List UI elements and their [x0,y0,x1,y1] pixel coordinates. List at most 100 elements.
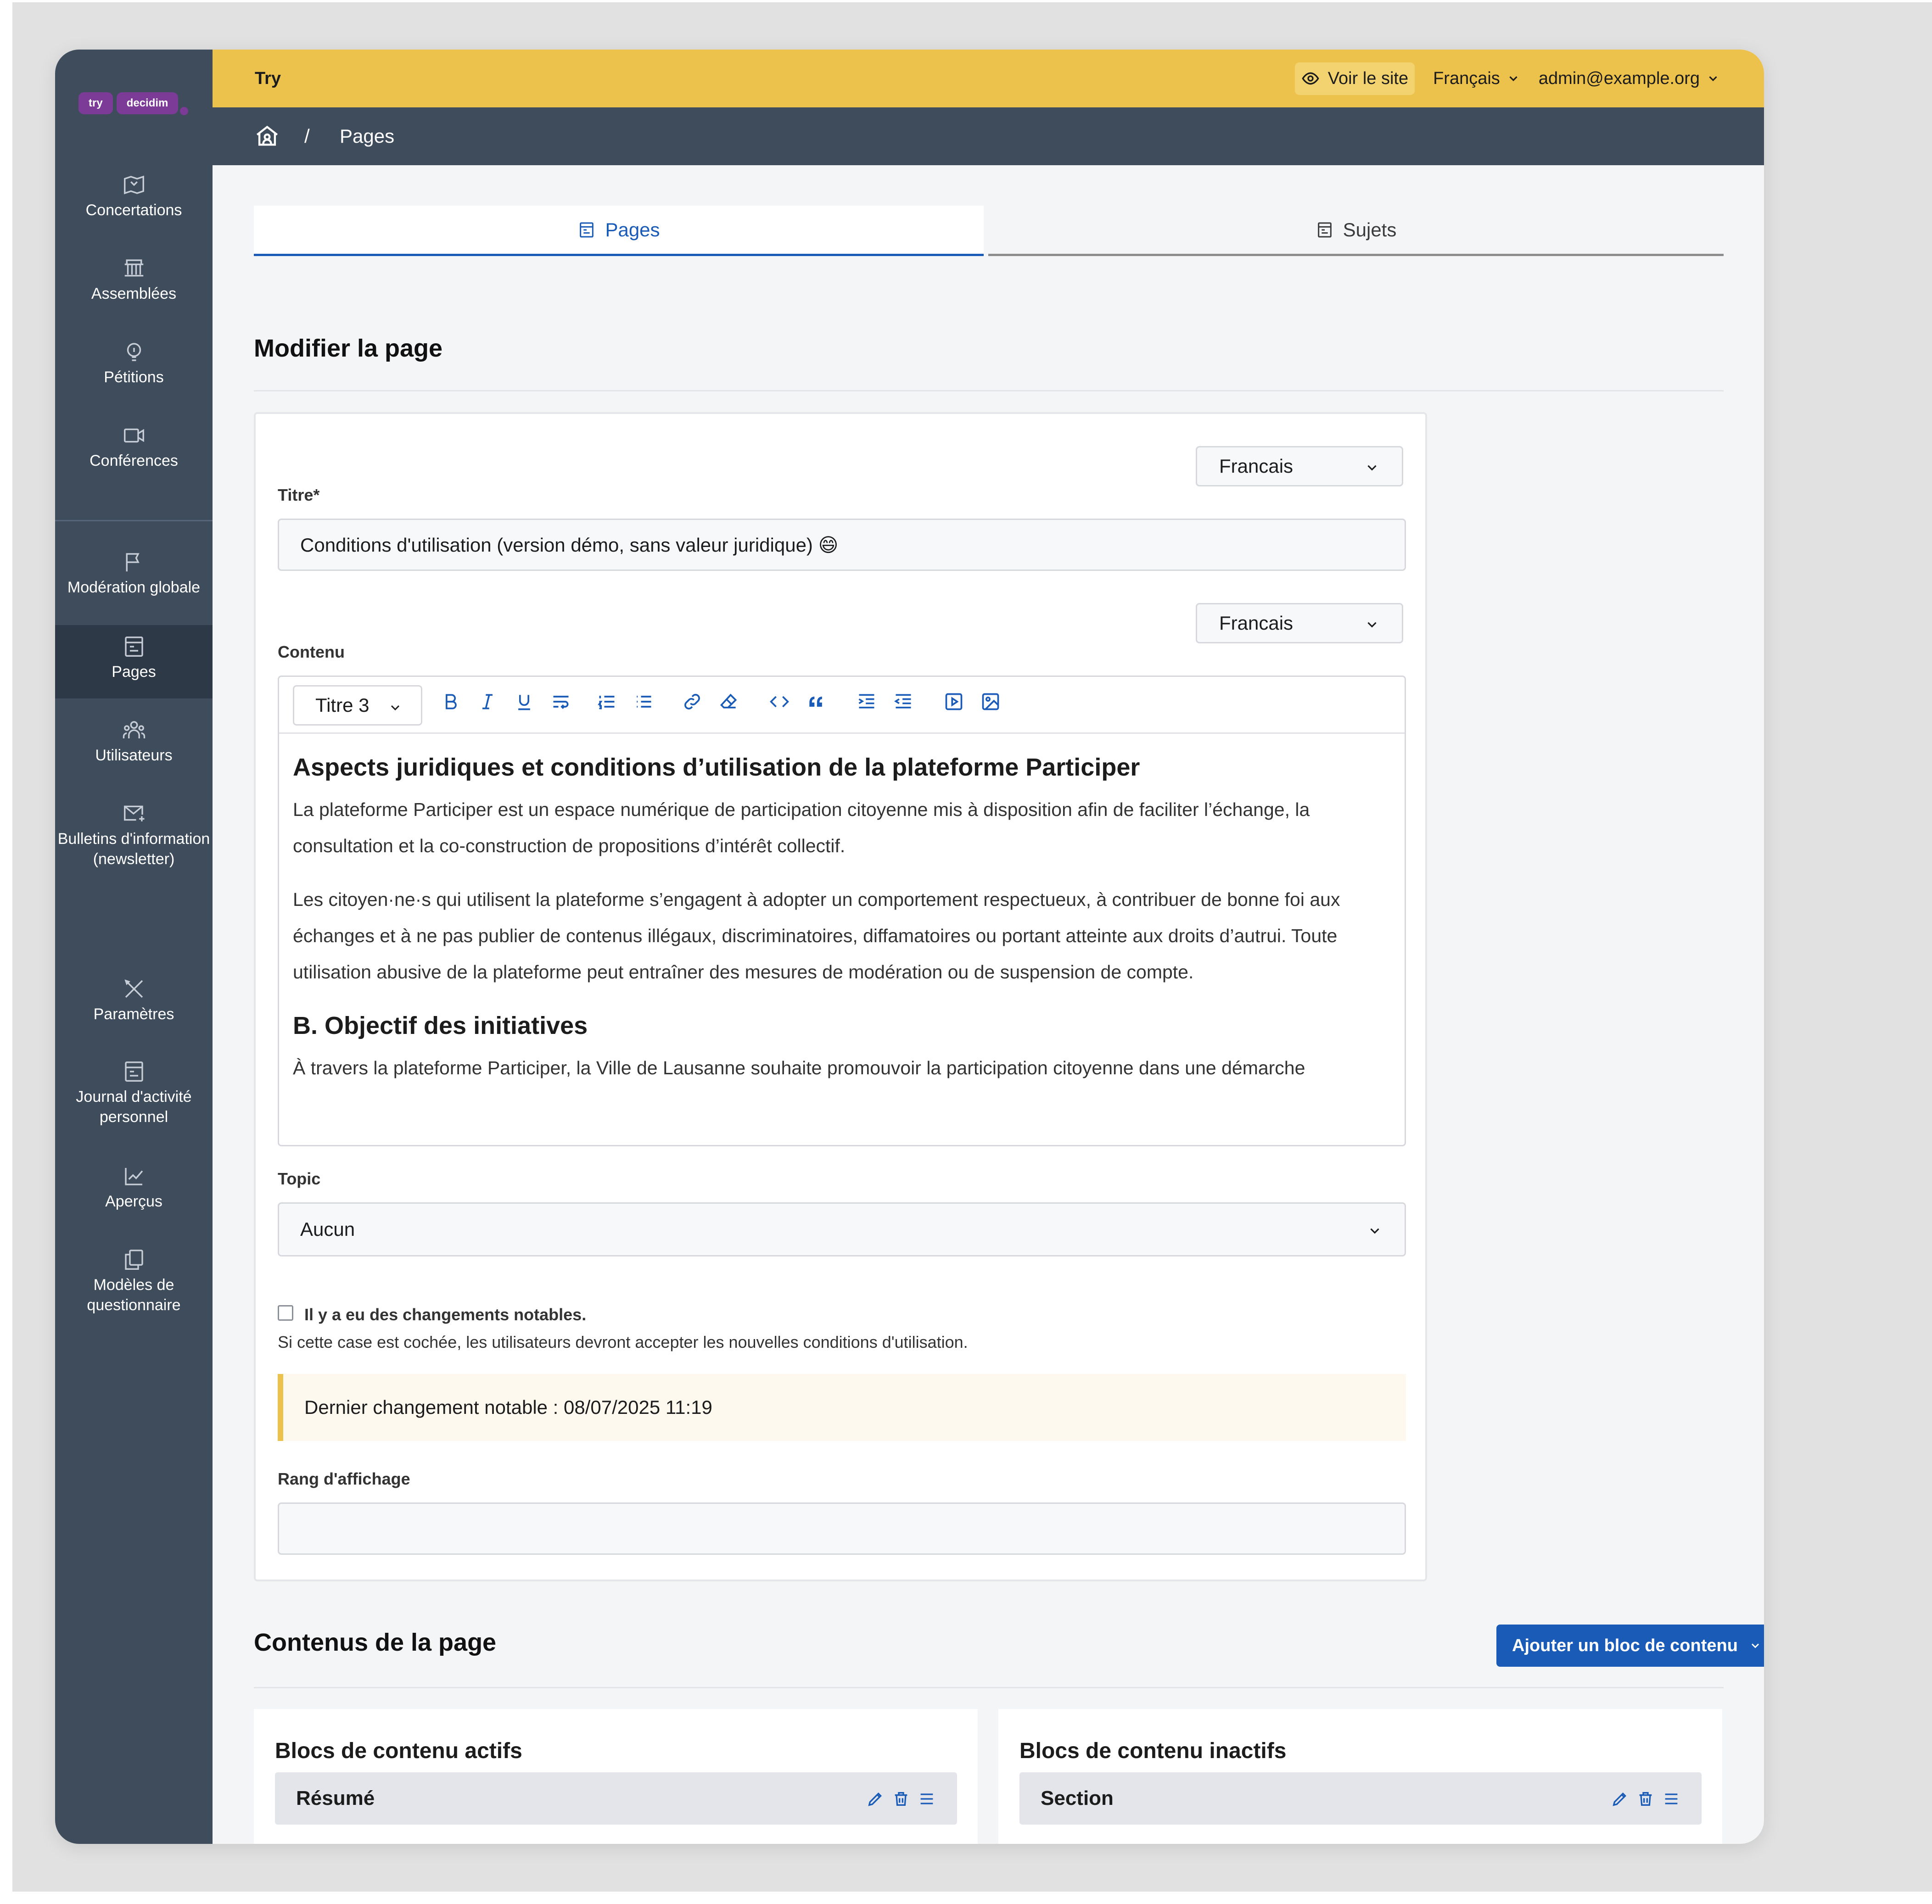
users-icon [123,721,145,738]
sidebar-item-label: Concertations [85,201,182,219]
quote-icon [809,697,822,707]
page-title: Modifier la page [254,335,443,362]
topbar-actions: Voir le site Français admin@example.org [1294,62,1720,95]
heading-level-value: Titre 3 [315,694,370,716]
admin-window: try decidim Concertations Assemblées Pét… [55,50,1764,1844]
sidebar-item-label: Pages [112,663,156,681]
content-label: Contenu [278,642,345,661]
hard-break-button[interactable] [547,688,575,715]
outdent-button[interactable] [890,688,917,715]
trash-icon[interactable] [892,1790,910,1808]
active-blocks-title: Blocs de contenu actifs [275,1739,522,1763]
sidebar-item-apercus[interactable]: Aperçus [55,1164,213,1212]
map-icon [123,175,144,195]
sidebar-item-newsletter[interactable]: Bulletins d'information (newsletter) [55,801,213,869]
content-language-select[interactable]: Francais [1196,603,1403,643]
drag-handle-icon[interactable] [918,1790,936,1808]
sidebar-item-label: Aperçus [105,1193,162,1210]
outdent-icon [894,694,911,709]
title-input[interactable]: Conditions d'utilisation (version démo, … [278,519,1406,571]
user-menu[interactable]: admin@example.org [1539,69,1720,89]
content-block-row[interactable]: Résumé [275,1772,957,1825]
sidebar-item-activity-log[interactable]: Journal d'activité personnel [55,1059,213,1127]
tab-pages[interactable]: Pages [254,206,984,256]
inactive-blocks-panel: Blocs de contenu inactifs Section [998,1709,1722,1844]
title-input-value: Conditions d'utilisation (version démo, … [300,534,839,556]
edit-form-card: Francais Titre* Conditions d'utilisation… [254,412,1427,1581]
notable-changes-label[interactable]: Il y a eu des changements notables. [304,1305,586,1324]
institution-icon [124,259,143,277]
video-embed-icon [945,693,963,710]
block-actions [1611,1790,1680,1808]
content-block-row[interactable]: Section [1019,1772,1702,1825]
org-name[interactable]: Try [255,69,281,89]
trash-icon[interactable] [1636,1790,1655,1808]
block-actions [866,1790,936,1808]
sidebar-item-assemblees[interactable]: Assemblées [55,256,213,304]
ordered-list-button[interactable] [593,688,621,715]
home-link[interactable] [254,123,280,154]
sidebar-item-label: Pétitions [104,369,164,386]
image-button[interactable] [977,688,1004,715]
topic-select-value: Aucun [300,1218,355,1240]
editor-content[interactable]: Aspects juridiques et conditions d’utili… [293,734,1391,1145]
title-label: Titre* [278,486,320,504]
log-icon [124,1061,143,1082]
language-selector[interactable]: Français [1433,69,1520,89]
video-embed-button[interactable] [940,688,968,715]
sidebar-item-conferences[interactable]: Conférences [55,423,213,471]
divider [254,390,1724,391]
blockquote-button[interactable] [802,688,830,715]
text-wrap-icon [553,696,569,709]
bullet-list-button[interactable] [630,688,657,715]
title-language-value: Francais [1219,455,1294,477]
user-email: admin@example.org [1538,68,1700,88]
chart-icon [124,1168,143,1185]
breadcrumb-current[interactable]: Pages [340,125,394,147]
indent-button[interactable] [853,688,880,715]
notable-changes-checkbox[interactable] [278,1305,293,1321]
italic-button[interactable] [474,688,501,715]
chevron-down-icon [1709,76,1717,81]
sidebar-item-petitions[interactable]: Pétitions [55,340,213,387]
sidebar-item-moderation[interactable]: Modération globale [55,550,213,597]
clear-format-button[interactable] [715,688,743,715]
last-change-text: Dernier changement notable : 08/07/2025 … [304,1396,712,1418]
view-site-label: Voir le site [1327,68,1409,88]
indent-icon [858,694,874,709]
view-site-button[interactable]: Voir le site [1294,62,1415,95]
topic-label: Topic [278,1169,321,1188]
tab-topics[interactable]: Sujets [988,206,1724,256]
sidebar-item-label: Journal d'activité personnel [76,1088,192,1126]
underline-button[interactable] [510,688,538,715]
tab-topics-label: Sujets [1343,218,1397,240]
content-block-name: Section [1041,1787,1114,1809]
decidim-logo[interactable]: try decidim [78,89,189,117]
bold-button[interactable] [437,688,465,715]
title-language-select[interactable]: Francais [1196,446,1403,486]
topbar: Try Voir le site Français admin@example.… [213,50,1764,107]
content-paragraph-1: La plateforme Participer est un espace n… [293,799,1310,856]
drag-handle-icon[interactable] [1662,1790,1680,1808]
sidebar-item-questionnaire-templates[interactable]: Modèles de questionnaire [55,1247,213,1315]
sidebar-item-concertations[interactable]: Concertations [55,173,213,220]
link-button[interactable] [678,688,706,715]
ordered-list-icon [598,696,615,709]
notable-changes-help: Si cette case est cochée, les utilisateu… [278,1333,968,1351]
logo-try: try [78,92,113,114]
sidebar-item-pages[interactable]: Pages [55,625,213,698]
pencil-icon[interactable] [866,1790,885,1808]
add-content-block-label: Ajouter un bloc de contenu [1512,1636,1738,1655]
rich-text-editor: Titre 3 Aspects juridiques et conditions… [278,676,1406,1146]
mail-icon [123,805,144,821]
pencil-icon[interactable] [1611,1790,1629,1808]
topic-select[interactable]: Aucun [278,1202,1406,1256]
rank-input[interactable] [278,1502,1406,1555]
sidebar-item-users[interactable]: Utilisateurs [55,718,213,765]
add-content-block-button[interactable]: Ajouter un bloc de contenu [1496,1625,1764,1667]
code-button[interactable] [766,688,793,715]
breadcrumb: / Pages [213,107,1764,165]
sidebar-item-parametres[interactable]: Paramètres [55,977,213,1024]
heading-level-select[interactable]: Titre 3 [293,685,422,726]
sidebar-item-label: Conférences [90,452,178,469]
